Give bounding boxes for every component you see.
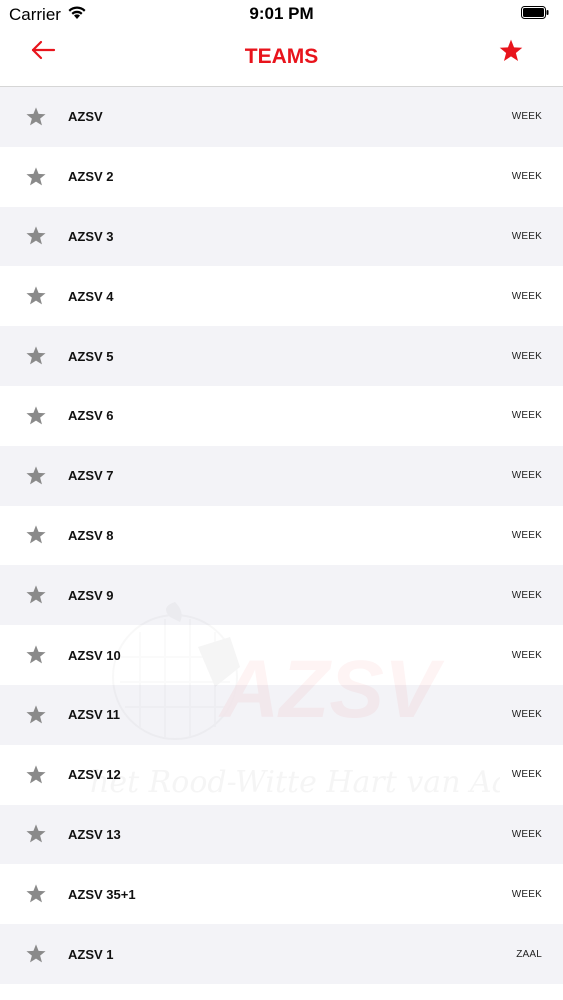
team-type-label: WEEK (511, 410, 542, 422)
star-icon[interactable] (25, 225, 47, 247)
star-icon[interactable] (25, 524, 47, 546)
star-icon (499, 39, 523, 61)
team-type-label: WEEK (511, 888, 542, 900)
team-type-label: WEEK (511, 769, 542, 781)
team-type-label: WEEK (511, 171, 542, 183)
team-row[interactable]: AZSV 1 ZAAL (0, 924, 563, 984)
team-name: AZSV (68, 109, 103, 125)
status-time: 9:01 PM (249, 4, 314, 23)
team-row[interactable]: AZSV 11 WEEK (0, 684, 563, 745)
team-row[interactable]: AZSV 2 WEEK (0, 146, 563, 207)
team-type-label: ZAAL (516, 948, 542, 960)
team-name: AZSV 12 (68, 767, 121, 783)
favorites-button[interactable] (498, 38, 524, 64)
team-type-label: WEEK (511, 230, 542, 242)
team-name: AZSV 9 (68, 587, 114, 603)
team-name: AZSV 13 (68, 826, 121, 842)
team-name: AZSV 2 (68, 169, 114, 185)
star-icon[interactable] (25, 823, 47, 845)
team-type-label: WEEK (511, 589, 542, 601)
star-icon[interactable] (25, 465, 47, 487)
team-row[interactable]: AZSV 9 WEEK (0, 565, 563, 626)
star-icon[interactable] (25, 405, 47, 427)
team-type-label: WEEK (511, 709, 542, 721)
team-type-label: WEEK (511, 111, 542, 123)
star-icon[interactable] (25, 704, 47, 726)
team-row[interactable]: AZSV 12 WEEK (0, 744, 563, 805)
star-icon[interactable] (25, 345, 47, 367)
team-list[interactable]: AZSV het Rood-Witte Hart van Aalten AZSV… (0, 87, 563, 1000)
navigation-bar: TEAMS (0, 28, 563, 87)
team-name: AZSV 5 (68, 348, 114, 364)
team-type-label: WEEK (511, 649, 542, 661)
team-name: AZSV 35+1 (68, 886, 136, 902)
team-name: AZSV 11 (68, 707, 121, 723)
team-row[interactable]: AZSV 4 WEEK (0, 266, 563, 327)
team-name: AZSV 1 (68, 946, 114, 962)
team-type-label: WEEK (511, 828, 542, 840)
team-name: AZSV 10 (68, 647, 121, 663)
team-row[interactable]: AZSV WEEK (0, 87, 563, 147)
team-row[interactable]: AZSV 7 WEEK (0, 445, 563, 506)
team-type-label: WEEK (511, 529, 542, 541)
star-icon[interactable] (25, 166, 47, 188)
status-bar: Carrier 9:01 PM (0, 0, 563, 28)
star-icon[interactable] (25, 764, 47, 786)
team-row[interactable]: AZSV 10 WEEK (0, 625, 563, 685)
star-icon[interactable] (25, 106, 47, 128)
team-name: AZSV 7 (68, 468, 114, 484)
star-icon[interactable] (25, 943, 47, 965)
team-type-label: WEEK (511, 290, 542, 302)
team-row[interactable]: AZSV 13 WEEK (0, 804, 563, 865)
star-icon[interactable] (25, 644, 47, 666)
team-name: AZSV 4 (68, 288, 114, 304)
team-name: AZSV 6 (68, 408, 114, 424)
team-type-label: WEEK (511, 350, 542, 362)
team-type-label: WEEK (511, 470, 542, 482)
team-row[interactable]: AZSV 8 WEEK (0, 505, 563, 566)
team-row[interactable]: AZSV 3 WEEK (0, 206, 563, 267)
team-name: AZSV 8 (68, 527, 114, 543)
team-row[interactable]: AZSV 5 WEEK (0, 326, 563, 386)
team-row[interactable]: AZSV 6 WEEK (0, 385, 563, 446)
battery-icon (521, 6, 549, 19)
team-name: AZSV 3 (68, 228, 114, 244)
star-icon[interactable] (25, 883, 47, 905)
star-icon[interactable] (25, 584, 47, 606)
star-icon[interactable] (25, 285, 47, 307)
page-title: TEAMS (244, 45, 319, 68)
team-row[interactable]: AZSV 35+1 WEEK (0, 864, 563, 925)
